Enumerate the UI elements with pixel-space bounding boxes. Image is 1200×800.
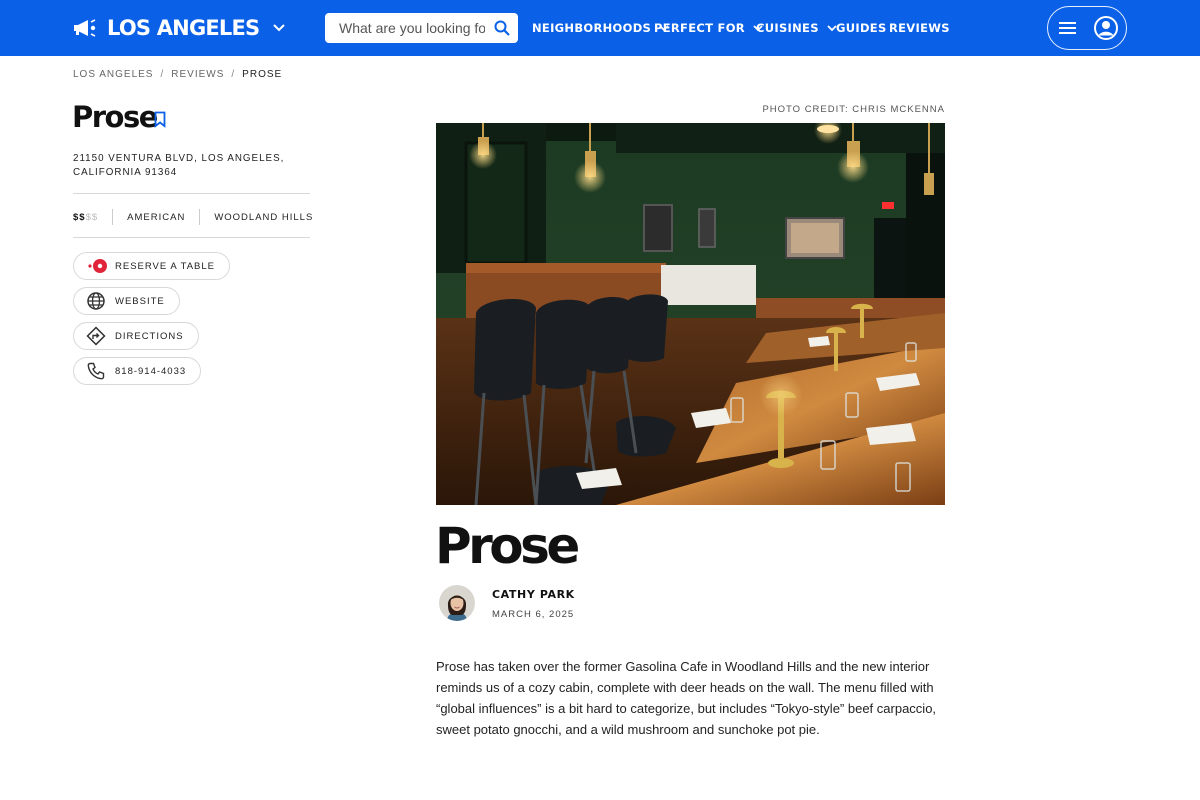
nav-label: REVIEWS xyxy=(889,21,950,35)
restaurant-name: Prose xyxy=(72,100,158,134)
article-body: Prose has taken over the former Gasolina… xyxy=(436,659,937,737)
neighborhood-link[interactable]: WOODLAND HILLS xyxy=(214,212,313,223)
directions-label: DIRECTIONS xyxy=(115,330,184,342)
phone-icon xyxy=(86,361,108,381)
bookmark-icon[interactable] xyxy=(153,111,167,128)
nav-label: NEIGHBORHOODS xyxy=(532,21,652,35)
restaurant-address: 21150 VENTURA BLVD, LOS ANGELES, CALIFOR… xyxy=(73,153,285,178)
price-inactive: $$ xyxy=(85,211,99,223)
resy-icon xyxy=(86,256,108,276)
breadcrumb-reviews-link[interactable]: REVIEWS xyxy=(171,69,224,80)
directions-button[interactable]: DIRECTIONS xyxy=(73,322,199,350)
nav-neighborhoods[interactable]: NEIGHBORHOODS xyxy=(532,20,669,36)
publish-date: MARCH 6, 2025 xyxy=(492,609,575,620)
photo-credit: PHOTO CREDIT: CHRIS MCKENNA xyxy=(762,104,945,115)
globe-icon xyxy=(86,291,108,311)
divider xyxy=(199,209,201,225)
megaphone-logo-icon xyxy=(74,19,96,37)
breadcrumb-city-link[interactable]: LOS ANGELES xyxy=(73,69,153,80)
nav-label: GUIDES xyxy=(836,21,887,35)
nav-guides[interactable]: GUIDES xyxy=(836,20,887,36)
nav-reviews[interactable]: REVIEWS xyxy=(889,20,950,36)
phone-number: 818-914-4033 xyxy=(115,365,187,377)
directions-icon xyxy=(86,326,108,346)
divider xyxy=(73,193,310,194)
breadcrumb-separator: / xyxy=(160,69,165,80)
divider xyxy=(112,209,114,225)
nav-label: CUISINES xyxy=(756,21,819,35)
hamburger-menu-icon[interactable] xyxy=(1058,17,1078,39)
breadcrumb-separator: / xyxy=(231,69,236,80)
breadcrumb-current: PROSE xyxy=(242,69,283,80)
search-icon[interactable] xyxy=(494,20,510,36)
author-name[interactable]: CATHY PARK xyxy=(492,588,575,601)
city-selector[interactable]: LOS ANGELES xyxy=(72,12,286,44)
website-button[interactable]: WEBSITE xyxy=(73,287,180,315)
top-navigation-bar: LOS ANGELES NEIGHBORHOODS PERFECT FOR CU… xyxy=(0,0,1200,56)
city-name: LOS ANGELES xyxy=(107,16,260,40)
phone-button[interactable]: 818-914-4033 xyxy=(73,357,202,385)
user-account-icon[interactable] xyxy=(1093,15,1119,41)
cuisine-link[interactable]: AMERICAN xyxy=(127,212,185,223)
search-box xyxy=(325,13,518,43)
nav-label: PERFECT FOR xyxy=(654,21,745,35)
divider xyxy=(73,237,310,238)
search-input[interactable] xyxy=(325,14,485,42)
nav-cuisines[interactable]: CUISINES xyxy=(756,20,837,36)
restaurant-meta: $$$$ AMERICAN WOODLAND HILLS xyxy=(73,209,313,225)
author-avatar[interactable] xyxy=(439,585,475,621)
restaurant-interior-photo xyxy=(436,123,945,505)
website-label: WEBSITE xyxy=(115,295,165,307)
price-active: $$ xyxy=(73,211,86,223)
price-rating: $$$$ xyxy=(73,212,98,223)
nav-perfect-for[interactable]: PERFECT FOR xyxy=(654,20,763,36)
breadcrumb: LOS ANGELES / REVIEWS / PROSE xyxy=(73,69,282,80)
chevron-down-icon xyxy=(273,24,286,32)
article-title: Prose xyxy=(435,517,580,575)
reserve-table-button[interactable]: RESERVE A TABLE xyxy=(73,252,231,280)
reserve-label: RESERVE A TABLE xyxy=(115,260,216,272)
